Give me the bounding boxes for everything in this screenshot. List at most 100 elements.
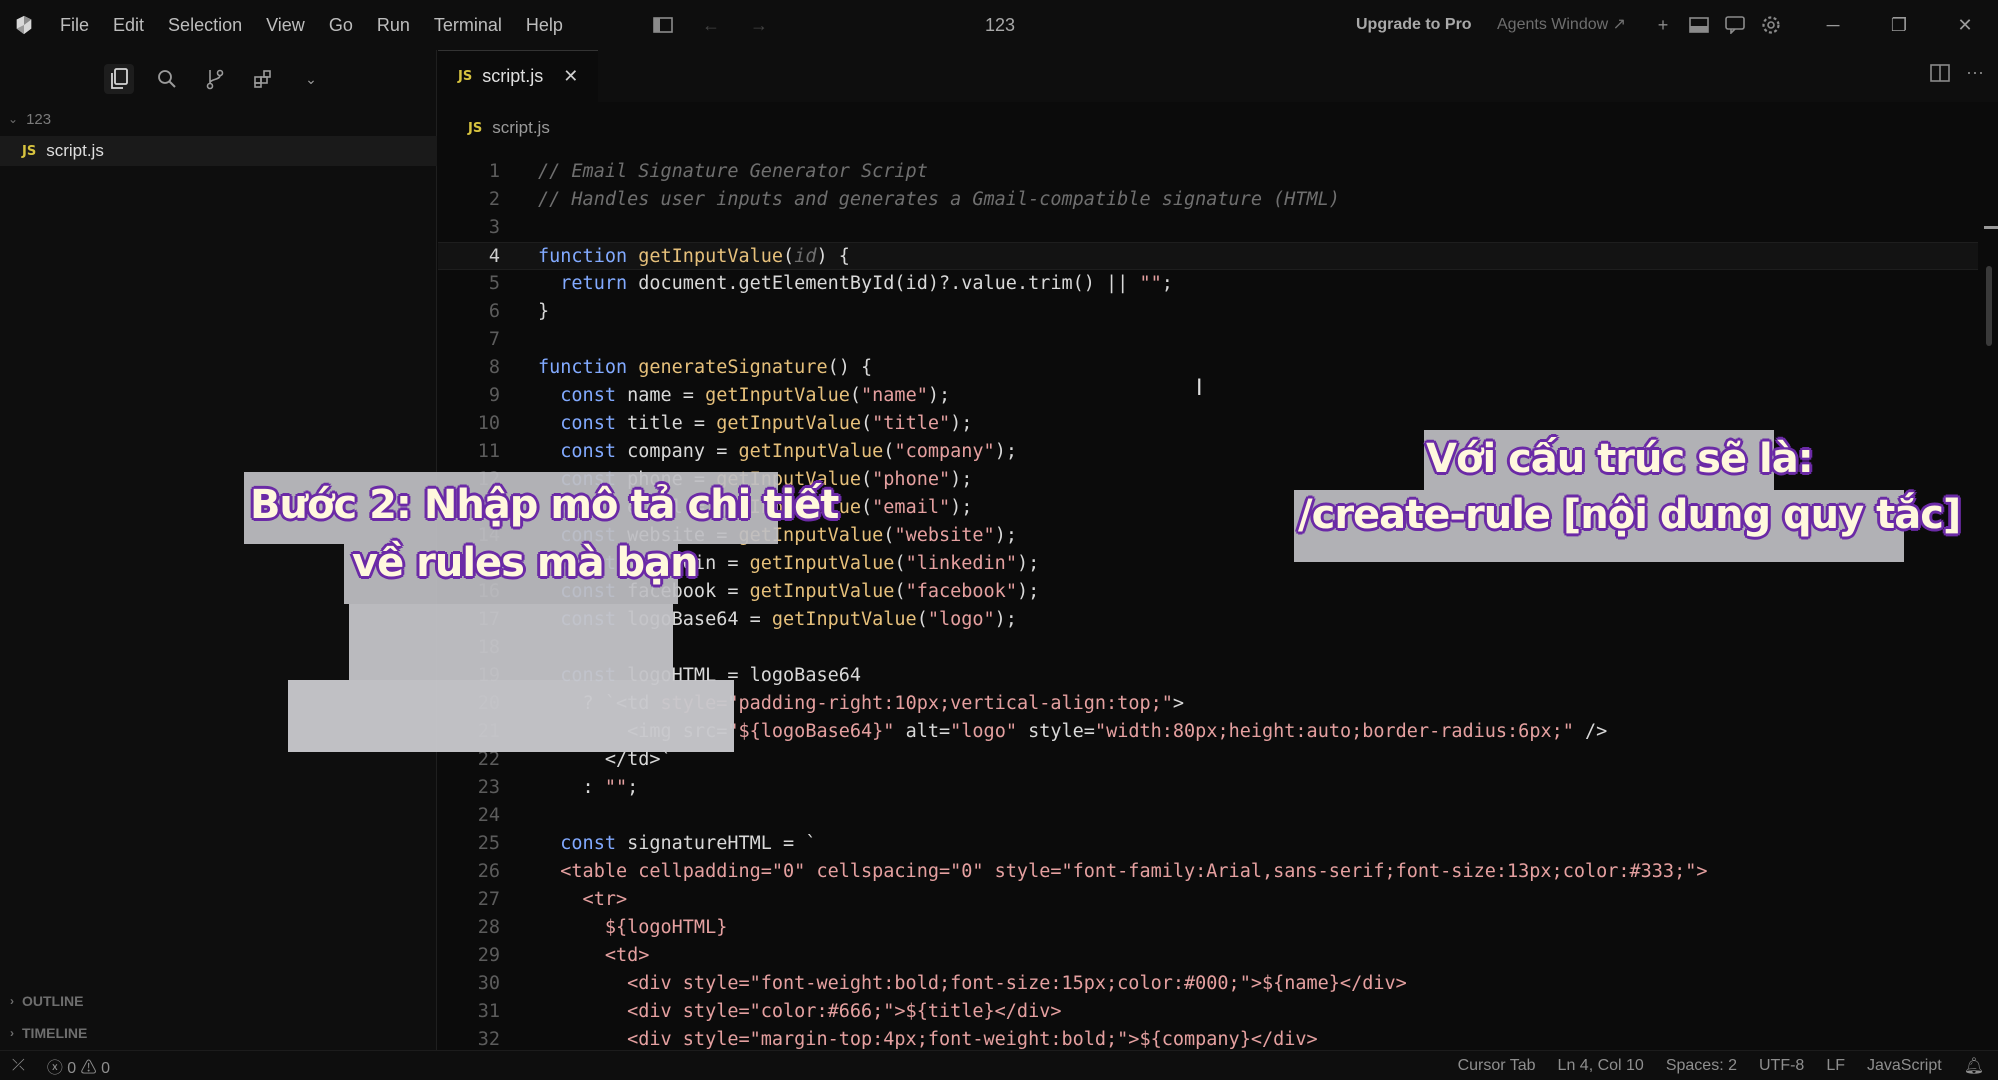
scrollbar-cursor-marker (1984, 226, 1998, 229)
source-control-icon[interactable] (200, 64, 230, 94)
code-token: "logo" (927, 609, 995, 630)
menu-item-go[interactable]: Go (317, 0, 365, 50)
more-actions-icon[interactable]: ··· (1966, 63, 1984, 87)
code-line[interactable]: 24 (438, 802, 1978, 830)
tab-label: script.js (482, 66, 544, 86)
code-token: "facebook" (905, 581, 1017, 602)
status-right: Cursor Tab Ln 4, Col 10 Spaces: 2 UTF-8 … (1458, 1051, 1984, 1080)
code-token: company = (627, 441, 739, 462)
menu-item-edit[interactable]: Edit (101, 0, 156, 50)
code-token: getInputValue (638, 246, 784, 267)
back-arrow-icon[interactable]: ← (698, 12, 724, 38)
code-token: // Handles user inputs and generates a G… (538, 189, 1340, 210)
split-editor-icon[interactable] (1930, 64, 1950, 87)
code-line[interactable]: 25 const signatureHTML = ` (438, 830, 1978, 858)
code-token: const (538, 441, 628, 462)
search-icon[interactable] (152, 64, 182, 94)
code-text: // Email Signature Generator Script (538, 158, 928, 186)
cursor-tab-status[interactable]: Cursor Tab (1458, 1057, 1536, 1075)
timeline-label: TIMELINE (22, 1025, 88, 1041)
vertical-scrollbar[interactable] (1984, 210, 1998, 930)
code-token: "linkedin" (905, 553, 1017, 574)
code-line[interactable]: 5 return document.getElementById(id)?.va… (438, 270, 1978, 298)
code-token: <td> (538, 945, 650, 966)
minimize-icon[interactable]: ─ (1800, 0, 1866, 50)
menu-item-file[interactable]: File (48, 0, 101, 50)
code-line[interactable]: 2 // Handles user inputs and generates a … (438, 186, 1978, 214)
indentation[interactable]: Spaces: 2 (1666, 1057, 1737, 1075)
extensions-icon[interactable] (248, 64, 278, 94)
scrollbar-thumb[interactable] (1986, 266, 1992, 346)
code-line[interactable]: 30 <div style="font-weight:bold;font-siz… (438, 970, 1978, 998)
code-token: ( (883, 441, 895, 462)
code-token: getInputValue (738, 441, 884, 462)
code-line[interactable]: 4 function getInputValue(id) { (438, 242, 1978, 270)
outline-section[interactable]: › OUTLINE (0, 988, 83, 1014)
code-token: const (538, 833, 628, 854)
code-line[interactable]: 27 <tr> (438, 886, 1978, 914)
notifications-bell-icon[interactable]: 🔔︎ (1964, 1056, 1984, 1076)
code-token: style= (1028, 721, 1095, 742)
title-bar: File Edit Selection View Go Run Terminal Help ←… (0, 0, 1998, 50)
encoding[interactable]: UTF-8 (1759, 1057, 1804, 1075)
settings-gear-icon[interactable] (1758, 12, 1784, 38)
code-line[interactable]: 3 (438, 214, 1978, 242)
cursor-logo-icon (0, 0, 48, 50)
toggle-sidebar-icon[interactable] (650, 12, 676, 38)
warning-count: 0 (101, 1060, 111, 1077)
restore-icon[interactable]: ❐ (1866, 0, 1932, 50)
line-ending[interactable]: LF (1826, 1057, 1845, 1075)
caption-backdrop (288, 680, 734, 752)
file-item-script-js[interactable]: JS script.js (0, 136, 437, 166)
folder-root[interactable]: ⌄ 123 (0, 106, 437, 132)
code-token: ( (861, 413, 873, 434)
remote-icon[interactable]: ⤫ (12, 1057, 25, 1075)
line-number: 5 (488, 273, 500, 294)
code-line[interactable]: 31 <div style="color:#666;">${title}</di… (438, 998, 1978, 1026)
plus-icon[interactable]: + (1650, 12, 1676, 38)
code-text: <tr> (538, 886, 628, 914)
code-line[interactable]: 8 function generateSignature() { (438, 354, 1978, 382)
breadcrumb[interactable]: JS script.js (468, 116, 550, 140)
cursor-position[interactable]: Ln 4, Col 10 (1558, 1057, 1644, 1075)
code-line[interactable]: 28 ${logoHTML} (438, 914, 1978, 942)
menu-item-help[interactable]: Help (514, 0, 575, 50)
timeline-section[interactable]: › TIMELINE (0, 1020, 87, 1046)
chat-icon[interactable] (1722, 12, 1748, 38)
language-mode[interactable]: JavaScript (1867, 1057, 1942, 1075)
code-line[interactable]: 6} (438, 298, 1978, 326)
menu-item-run[interactable]: Run (365, 0, 422, 50)
caption-left-line1: Bước 2: Nhập mô tả chi tiết (250, 482, 839, 528)
code-line[interactable]: 7 (438, 326, 1978, 354)
code-token: document.getElementById(id)?.value.trim(… (638, 273, 1140, 294)
close-icon[interactable]: ✕ (563, 66, 578, 87)
code-line[interactable]: 26 <table cellpadding="0" cellspacing="0… (438, 858, 1978, 886)
line-number: 4 (488, 246, 500, 267)
file-name: script.js (46, 141, 104, 160)
code-token: getInputValue (716, 413, 862, 434)
status-left: ⤫ ⓧ 0 ⚠ 0 (12, 1051, 110, 1080)
code-text: <table cellpadding="0" cellspacing="0" s… (538, 858, 1707, 886)
menu-item-terminal[interactable]: Terminal (422, 0, 514, 50)
code-token: "" (1139, 273, 1162, 294)
menu-item-selection[interactable]: Selection (156, 0, 254, 50)
menu-bar: File Edit Selection View Go Run Terminal Help (48, 0, 575, 50)
tab-script-js[interactable]: JS script.js ✕ (438, 50, 598, 102)
problems-indicator[interactable]: ⓧ 0 ⚠ 0 (47, 1054, 110, 1078)
code-line[interactable]: 1 // Email Signature Generator Script (438, 158, 1978, 186)
upgrade-to-pro-link[interactable]: Upgrade to Pro (1356, 0, 1472, 50)
code-line[interactable]: 9 const name = getInputValue("name"); (438, 382, 1978, 410)
toggle-panel-icon[interactable] (1686, 12, 1712, 38)
forward-arrow-icon[interactable]: → (746, 12, 772, 38)
code-line[interactable]: 29 <td> (438, 942, 1978, 970)
close-window-icon[interactable]: ✕ (1932, 0, 1998, 50)
chevron-right-icon: › (10, 1026, 14, 1040)
code-token: ; (1161, 273, 1173, 294)
code-token: ( (783, 246, 795, 267)
code-text: ${logoHTML} (538, 914, 728, 942)
code-text: function generateSignature() { (538, 354, 872, 382)
agents-window-link[interactable]: Agents Window ↗ (1497, 0, 1626, 50)
chevron-down-icon[interactable]: ⌄ (296, 64, 326, 94)
menu-item-view[interactable]: View (254, 0, 317, 50)
explorer-files-icon[interactable] (104, 64, 134, 94)
